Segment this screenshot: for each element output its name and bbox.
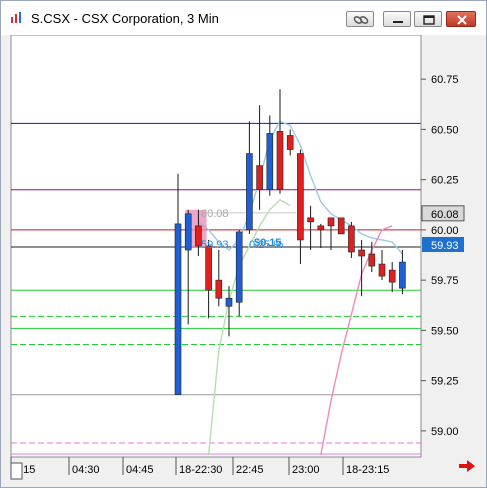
price-tick-label: 59.25 [431, 376, 459, 388]
link-icon [353, 16, 369, 24]
title-bar[interactable]: S.CSX - CSX Corporation, 3 Min [1, 1, 486, 35]
price-tick-label: 60.50 [431, 124, 459, 136]
window-title: S.CSX - CSX Corporation, 3 Min [31, 11, 219, 26]
up-candle [246, 153, 253, 231]
maximize-button[interactable] [414, 11, 442, 27]
down-candle [378, 263, 386, 277]
price-tick-label: 60.00 [431, 225, 459, 237]
price-chart[interactable]: 60.0859.93 $0.150.25 % 60.7560.5060.2560.… [1, 35, 486, 487]
time-tick-label: 22:45 [236, 464, 264, 476]
percent-label: 0.25 % [249, 239, 283, 251]
chart-window: S.CSX - CSX Corporation, 3 Min 60.08 59.… [0, 0, 487, 488]
down-candle [388, 269, 396, 283]
down-candle [348, 225, 355, 253]
down-candle [317, 225, 325, 231]
time-tick-label: 18-22:30 [179, 464, 222, 476]
down-candle [256, 165, 263, 191]
down-candle [276, 131, 284, 191]
time-tick-label: 23:00 [292, 464, 320, 476]
close-icon [457, 15, 467, 25]
gray-price-label: 60.08 [201, 208, 229, 220]
up-candle [235, 231, 243, 303]
down-candle [215, 279, 223, 299]
app-icon [9, 11, 23, 25]
up-candle [266, 133, 274, 191]
time-axis-scroll-box [10, 462, 23, 480]
time-tick-label: 04:45 [126, 464, 154, 476]
link-button[interactable] [346, 11, 374, 27]
time-tick-label: 18-23:15 [346, 464, 389, 476]
down-candle [368, 253, 376, 267]
time-tick-label: 04:30 [72, 464, 100, 476]
up-candle [174, 223, 182, 396]
down-candle [286, 135, 294, 150]
price-tag-label: 59.93 [431, 240, 459, 252]
down-candle [297, 153, 304, 241]
price-tick-label: 59.00 [431, 426, 459, 438]
scroll-right-arrow-icon[interactable] [457, 459, 477, 473]
down-candle [337, 217, 345, 235]
up-candle [399, 261, 406, 289]
down-candle [358, 249, 365, 257]
maximize-icon [423, 15, 435, 25]
price-tick-label: 60.75 [431, 74, 459, 86]
minimize-button[interactable] [383, 11, 411, 27]
down-candle [327, 217, 335, 227]
price-tag-label: 60.08 [431, 209, 459, 221]
down-candle [205, 245, 212, 291]
close-button[interactable] [446, 11, 476, 27]
minimize-icon [393, 21, 403, 23]
up-candle [225, 297, 233, 307]
price-tick-label: 59.75 [431, 275, 459, 287]
price-tick-label: 60.25 [431, 175, 459, 187]
blue-price-label: 59.93 [201, 239, 229, 251]
down-candle [307, 217, 314, 223]
price-tick-label: 59.50 [431, 325, 459, 337]
up-candle [184, 213, 192, 251]
